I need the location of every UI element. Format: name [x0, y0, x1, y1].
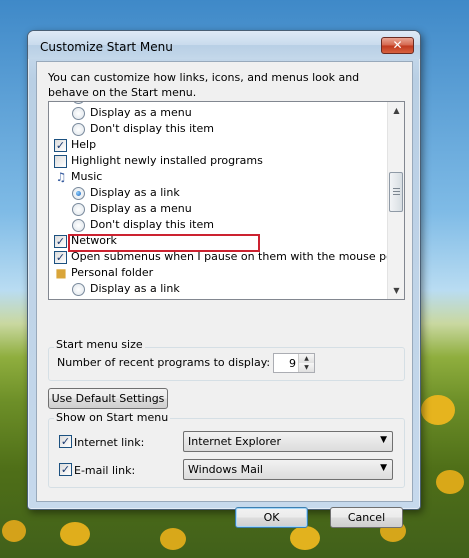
internet-link-label: Internet link: — [74, 436, 145, 449]
radio-button[interactable] — [72, 203, 85, 216]
desktop-flower — [160, 528, 186, 550]
email-link-value: Windows Mail — [188, 463, 263, 476]
use-default-settings-button[interactable]: Use Default Settings — [48, 388, 168, 409]
list-item-label: Help — [71, 138, 97, 151]
spin-down-icon[interactable]: ▼ — [298, 363, 314, 372]
folder-icon: ■ — [55, 266, 67, 280]
intro-text: You can customize how links, icons, and … — [48, 71, 360, 99]
scroll-down-arrow-icon[interactable]: ▼ — [388, 282, 404, 299]
list-item-label: Display as a link — [90, 282, 180, 295]
thumb-grip — [393, 188, 400, 189]
list-item-label: Display as a link — [90, 186, 180, 199]
radio-button[interactable] — [72, 107, 85, 120]
list-item-label: Open submenus when I pause on them with … — [71, 250, 405, 263]
list-item-label: Display as a menu — [90, 202, 192, 215]
list-item[interactable]: ♫ Music — [49, 169, 387, 185]
list-item[interactable]: Highlight newly installed programs — [49, 153, 387, 169]
list-item-label: Don't display this item — [90, 218, 214, 231]
radio-button[interactable] — [72, 219, 85, 232]
customize-start-menu-dialog: Customize Start Menu ✕ You can customize… — [27, 30, 421, 528]
show-on-start-menu-label: Show on Start menu — [54, 411, 171, 424]
dialog-client-area: You can customize how links, icons, and … — [36, 61, 413, 528]
desktop-flower — [60, 522, 90, 546]
radio-button[interactable] — [72, 123, 85, 136]
list-item[interactable]: ✓ Network — [49, 233, 387, 249]
cancel-button[interactable]: Cancel — [330, 507, 403, 528]
email-link-checkbox[interactable]: ✓ — [59, 463, 72, 476]
recent-programs-label: Number of recent programs to display: — [57, 356, 271, 369]
list-item[interactable]: Don't display this item — [49, 217, 387, 233]
list-item-label: Network — [71, 234, 117, 247]
checkbox[interactable]: ✓ — [54, 139, 67, 152]
window-title: Customize Start Menu — [40, 40, 173, 54]
list-item[interactable]: Display as a menu — [49, 201, 387, 217]
internet-link-value: Internet Explorer — [188, 435, 281, 448]
checkbox[interactable] — [54, 155, 67, 168]
radio-button[interactable] — [72, 283, 85, 296]
list-item-label: Highlight newly installed programs — [71, 154, 263, 167]
list-item-label: Display as a menu — [90, 106, 192, 119]
spinner-buttons: ▲ ▼ — [298, 354, 314, 372]
internet-link-checkbox[interactable]: ✓ — [59, 435, 72, 448]
close-button[interactable]: ✕ — [381, 37, 414, 54]
list-item[interactable]: Display as a menu — [49, 105, 387, 121]
list-item[interactable]: Display as a link — [49, 185, 387, 201]
desktop-flower — [421, 395, 455, 425]
email-link-dropdown[interactable]: Windows Mail ▼ — [183, 459, 393, 480]
spin-up-icon[interactable]: ▲ — [298, 354, 314, 363]
email-link-label: E-mail link: — [74, 464, 136, 477]
title-bar[interactable]: Customize Start Menu ✕ — [28, 31, 420, 59]
radio-button[interactable] — [72, 102, 85, 104]
list-content: Display as a link Display as a menu Don't … — [49, 102, 404, 297]
thumb-grip — [393, 191, 400, 192]
list-item[interactable]: ✓ Open submenus when I pause on them with… — [49, 249, 404, 265]
desktop-flower — [290, 526, 320, 550]
internet-link-dropdown[interactable]: Internet Explorer ▼ — [183, 431, 393, 452]
desktop-flower — [2, 520, 26, 542]
thumb-grip — [393, 194, 400, 195]
start-menu-size-label: Start menu size — [54, 338, 145, 351]
radio-button[interactable] — [72, 187, 85, 200]
recent-programs-spinner[interactable]: 9 ▲ ▼ — [273, 353, 315, 373]
chevron-down-icon: ▼ — [380, 463, 387, 473]
music-icon: ♫ — [55, 170, 67, 184]
chevron-down-icon: ▼ — [380, 435, 387, 445]
scroll-thumb[interactable] — [389, 172, 403, 212]
list-item-label: Don't display this item — [90, 122, 214, 135]
list-item[interactable]: ■ Personal folder — [49, 265, 387, 281]
start-menu-options-list[interactable]: Display as a link Display as a menu Don't … — [48, 101, 405, 300]
ok-button[interactable]: OK — [235, 507, 308, 528]
list-item-label: Music — [71, 170, 103, 183]
checkbox[interactable]: ✓ — [54, 235, 67, 248]
list-item[interactable]: Don't display this item — [49, 121, 387, 137]
recent-programs-value[interactable]: 9 — [274, 357, 296, 370]
list-item[interactable]: Display as a link — [49, 281, 387, 297]
close-icon: ✕ — [392, 38, 403, 52]
list-item-label: Personal folder — [71, 266, 154, 279]
list-item[interactable]: ✓ Help — [49, 137, 387, 153]
desktop-flower — [436, 470, 464, 494]
checkbox[interactable]: ✓ — [54, 251, 67, 264]
list-scrollbar[interactable]: ▲ ▼ — [387, 102, 404, 299]
scroll-up-arrow-icon[interactable]: ▲ — [388, 102, 404, 119]
